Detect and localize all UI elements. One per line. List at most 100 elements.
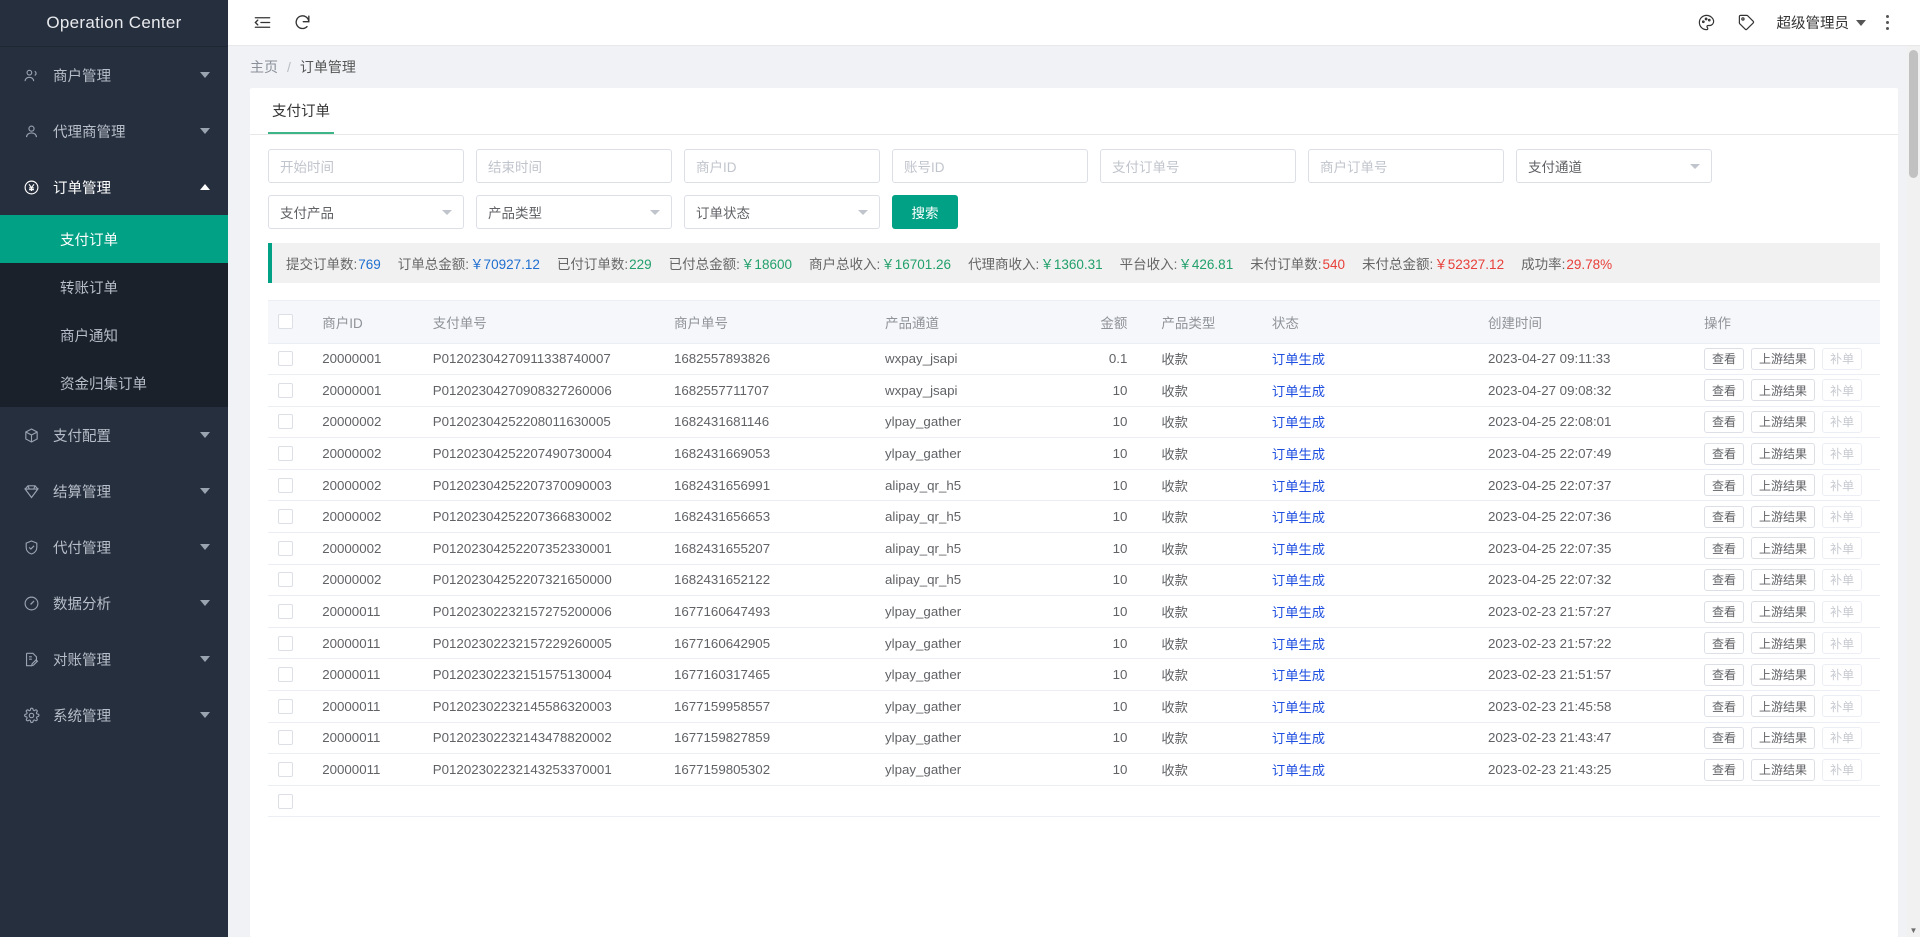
pay-product-select[interactable]: 支付产品 (268, 195, 464, 229)
status-link[interactable]: 订单生成 (1272, 384, 1325, 399)
start-time-input[interactable]: 开始时间 (268, 149, 464, 183)
sidebar-item-8[interactable]: 系统管理 (0, 687, 228, 743)
table-row[interactable]: 20000011 P01202302232143478820002 16771598… (268, 722, 1880, 755)
table-row[interactable]: 20000002 P01202304252207352330001 16824316… (268, 532, 1880, 565)
status-link[interactable]: 订单生成 (1272, 700, 1325, 715)
upstream-result-button[interactable]: 上游结果 (1751, 347, 1816, 370)
view-button[interactable]: 查看 (1704, 695, 1745, 718)
row-checkbox[interactable] (278, 414, 293, 430)
view-button[interactable]: 查看 (1704, 379, 1745, 402)
status-link[interactable]: 订单生成 (1272, 668, 1325, 683)
upstream-result-button[interactable]: 上游结果 (1751, 568, 1816, 591)
status-link[interactable]: 订单生成 (1272, 605, 1325, 620)
status-link[interactable]: 订单生成 (1272, 637, 1325, 652)
row-checkbox[interactable] (278, 604, 293, 620)
status-link[interactable]: 订单生成 (1272, 479, 1325, 494)
palette-icon[interactable] (1687, 3, 1727, 43)
view-button[interactable]: 查看 (1704, 726, 1745, 749)
status-link[interactable]: 订单生成 (1272, 415, 1325, 430)
view-button[interactable]: 查看 (1704, 442, 1745, 465)
upstream-result-button[interactable]: 上游结果 (1751, 632, 1816, 655)
upstream-result-button[interactable]: 上游结果 (1751, 663, 1816, 686)
upstream-result-button[interactable]: 上游结果 (1751, 695, 1816, 718)
table-row[interactable]: 20000001 P01202304270908327260006 16825577… (268, 374, 1880, 407)
row-checkbox[interactable] (278, 635, 293, 651)
account-id-input[interactable]: 账号ID (892, 149, 1088, 183)
menu-fold-icon[interactable] (242, 3, 282, 43)
user-menu[interactable]: 超级管理员 (1767, 12, 1873, 33)
search-button[interactable]: 搜索 (892, 195, 958, 229)
row-checkbox[interactable] (278, 698, 293, 714)
upstream-result-button[interactable]: 上游结果 (1751, 442, 1816, 465)
sidebar-item-5[interactable]: 代付管理 (0, 519, 228, 575)
status-link[interactable]: 订单生成 (1272, 542, 1325, 557)
upstream-result-button[interactable]: 上游结果 (1751, 410, 1816, 433)
breadcrumb-home[interactable]: 主页 (250, 57, 278, 77)
sidebar-item-2[interactable]: 订单管理 (0, 159, 228, 215)
row-checkbox[interactable] (278, 730, 293, 746)
table-row[interactable]: 20000011 P01202302232143253370001 16771598… (268, 753, 1880, 786)
sidebar-item-7[interactable]: 对账管理 (0, 631, 228, 687)
row-checkbox[interactable] (278, 667, 293, 683)
merchant-id-input[interactable]: 商户ID (684, 149, 880, 183)
view-button[interactable]: 查看 (1704, 663, 1745, 686)
upstream-result-button[interactable]: 上游结果 (1751, 505, 1816, 528)
end-time-input[interactable]: 结束时间 (476, 149, 672, 183)
row-checkbox[interactable] (278, 762, 293, 778)
upstream-result-button[interactable]: 上游结果 (1751, 379, 1816, 402)
tab-pay-orders[interactable]: 支付订单 (268, 100, 334, 134)
merchant-order-no-input[interactable]: 商户订单号 (1308, 149, 1504, 183)
row-checkbox[interactable] (278, 572, 293, 588)
view-button[interactable]: 查看 (1704, 474, 1745, 497)
sidebar-subitem-2-3[interactable]: 资金归集订单 (0, 359, 228, 407)
table-row[interactable]: 20000002 P01202304252207370090003 16824316… (268, 469, 1880, 502)
table-row[interactable]: 20000011 P01202302232157275200006 16771606… (268, 595, 1880, 628)
product-type-select[interactable]: 产品类型 (476, 195, 672, 229)
row-checkbox[interactable] (278, 351, 293, 367)
upstream-result-button[interactable]: 上游结果 (1751, 600, 1816, 623)
row-checkbox[interactable] (278, 509, 293, 525)
view-button[interactable]: 查看 (1704, 410, 1745, 433)
pay-order-no-input[interactable]: 支付订单号 (1100, 149, 1296, 183)
upstream-result-button[interactable]: 上游结果 (1751, 758, 1816, 781)
view-button[interactable]: 查看 (1704, 505, 1745, 528)
table-row[interactable]: 20000002 P01202304252207490730004 16824316… (268, 437, 1880, 470)
status-link[interactable]: 订单生成 (1272, 763, 1325, 778)
order-status-select[interactable]: 订单状态 (684, 195, 880, 229)
sidebar-subitem-2-2[interactable]: 商户通知 (0, 311, 228, 359)
table-row[interactable]: 20000002 P01202304252208011630005 16824316… (268, 406, 1880, 439)
row-checkbox[interactable] (278, 382, 293, 398)
more-vertical-icon[interactable] (1872, 3, 1902, 43)
sidebar-item-0[interactable]: 商户管理 (0, 47, 228, 103)
upstream-result-button[interactable]: 上游结果 (1751, 537, 1816, 560)
refresh-icon[interactable] (282, 3, 322, 43)
row-checkbox[interactable] (278, 446, 293, 462)
upstream-result-button[interactable]: 上游结果 (1751, 474, 1816, 497)
row-checkbox[interactable] (278, 793, 293, 809)
status-link[interactable]: 订单生成 (1272, 510, 1325, 525)
view-button[interactable]: 查看 (1704, 537, 1745, 560)
status-link[interactable]: 订单生成 (1272, 352, 1325, 367)
row-checkbox[interactable] (278, 540, 293, 556)
view-button[interactable]: 查看 (1704, 758, 1745, 781)
table-row[interactable]: 20000011 P01202302232145586320003 16771599… (268, 690, 1880, 723)
status-link[interactable]: 订单生成 (1272, 573, 1325, 588)
tag-icon[interactable] (1727, 3, 1767, 43)
sidebar-subitem-2-1[interactable]: 转账订单 (0, 263, 228, 311)
select-all-checkbox[interactable] (278, 314, 293, 330)
sidebar-subitem-2-0[interactable]: 支付订单 (0, 215, 228, 263)
upstream-result-button[interactable]: 上游结果 (1751, 726, 1816, 749)
sidebar-item-4[interactable]: 结算管理 (0, 463, 228, 519)
table-row[interactable]: 20000011 P01202302232157229260005 16771606… (268, 627, 1880, 660)
view-button[interactable]: 查看 (1704, 632, 1745, 655)
sidebar-item-3[interactable]: 支付配置 (0, 407, 228, 463)
status-link[interactable]: 订单生成 (1272, 447, 1325, 462)
view-button[interactable]: 查看 (1704, 600, 1745, 623)
sidebar-item-6[interactable]: 数据分析 (0, 575, 228, 631)
row-checkbox[interactable] (278, 477, 293, 493)
table-row[interactable] (268, 785, 1880, 818)
sidebar-item-1[interactable]: 代理商管理 (0, 103, 228, 159)
table-row[interactable]: 20000011 P01202302232151575130004 16771603… (268, 658, 1880, 692)
scroll-down-arrow[interactable]: ▼ (1907, 924, 1920, 937)
scroll-thumb[interactable] (1909, 50, 1918, 178)
